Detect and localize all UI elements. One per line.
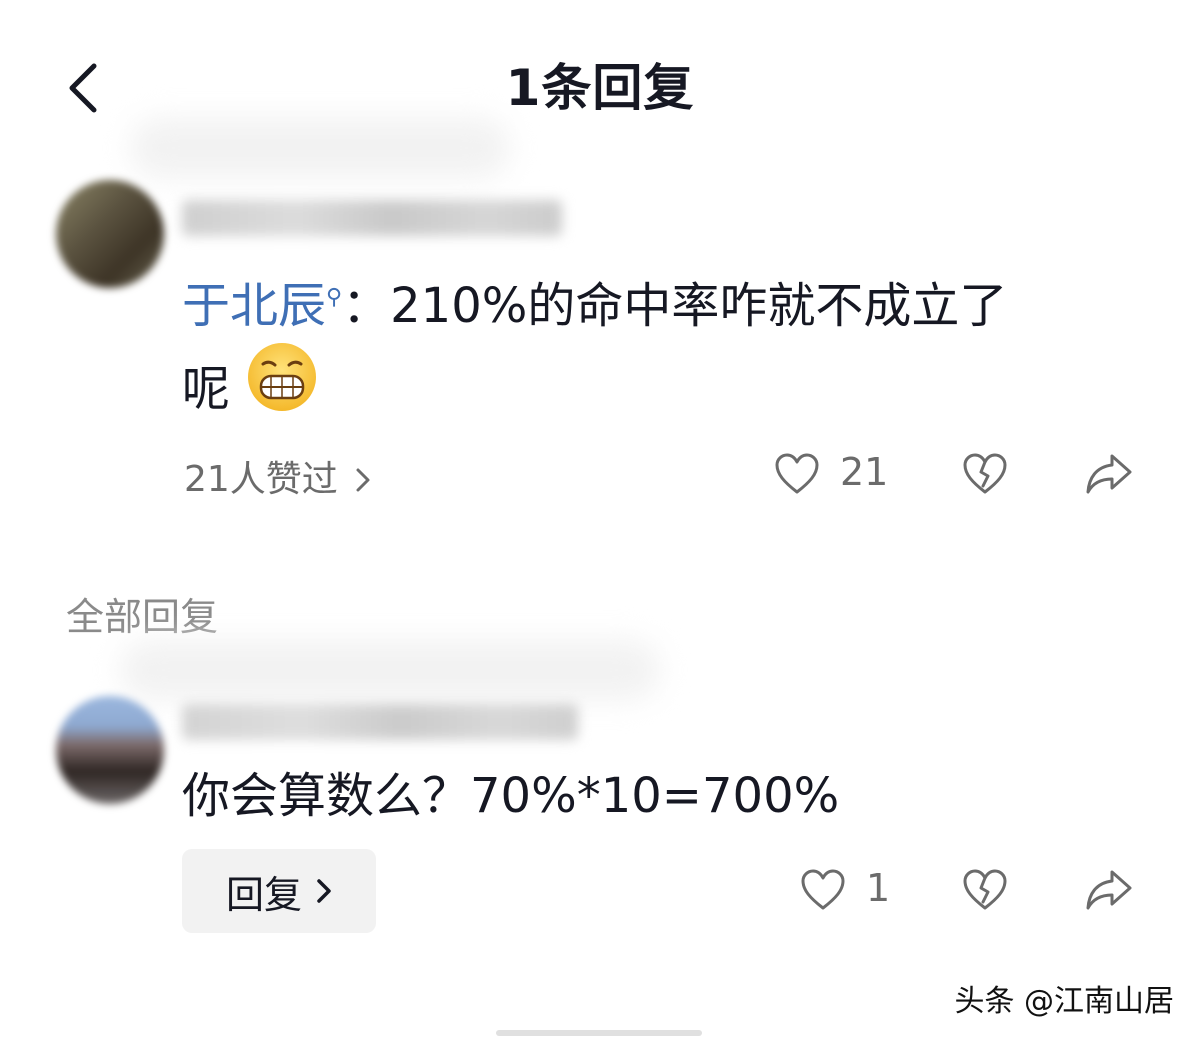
- replies-section-title: 全部回复: [66, 595, 219, 639]
- comment-text-line2: 呢: [182, 361, 231, 417]
- heart-icon: [775, 453, 819, 494]
- dislike-button[interactable]: [962, 868, 1008, 916]
- like-button[interactable]: [800, 868, 846, 916]
- avatar[interactable]: [56, 696, 164, 804]
- share-arrow-icon: [1086, 870, 1132, 910]
- like-count: 1: [866, 866, 891, 910]
- heart-icon: [801, 869, 845, 910]
- comment-text: 于北辰⚲：210%的命中率咋就不成立了 呢: [182, 268, 1162, 440]
- chevron-right-icon: [316, 871, 332, 911]
- reply-button-label: 回复: [225, 872, 302, 917]
- mention-link[interactable]: 于北辰: [182, 278, 326, 334]
- home-indicator: [496, 1030, 702, 1036]
- blurred-username: [182, 200, 562, 236]
- reply-button[interactable]: 回复: [182, 849, 376, 933]
- avatar[interactable]: [56, 180, 164, 288]
- like-count: 21: [840, 450, 889, 494]
- share-arrow-icon: [1086, 454, 1132, 494]
- broken-heart-icon: [963, 453, 1007, 494]
- search-icon: ⚲: [326, 285, 343, 310]
- share-button[interactable]: [1084, 866, 1134, 916]
- page-title: 1条回复: [505, 59, 695, 117]
- blurred-region: [120, 640, 660, 700]
- likes-link[interactable]: 21人赞过: [184, 450, 371, 502]
- dislike-button[interactable]: [962, 452, 1008, 500]
- watermark: 头条 @江南山居: [954, 984, 1174, 1019]
- like-button[interactable]: [774, 452, 820, 500]
- comment-text-line1: ：210%的命中率咋就不成立了: [342, 278, 1008, 334]
- likes-text: 21人赞过: [184, 459, 338, 500]
- grinning-face-icon: [245, 340, 319, 436]
- broken-heart-icon: [963, 869, 1007, 910]
- chevron-right-icon: [355, 459, 371, 500]
- blurred-username: [182, 704, 578, 740]
- blurred-region: [130, 118, 510, 178]
- reply-text: 你会算数么？70%*10=700%: [182, 768, 840, 824]
- share-button[interactable]: [1084, 450, 1134, 500]
